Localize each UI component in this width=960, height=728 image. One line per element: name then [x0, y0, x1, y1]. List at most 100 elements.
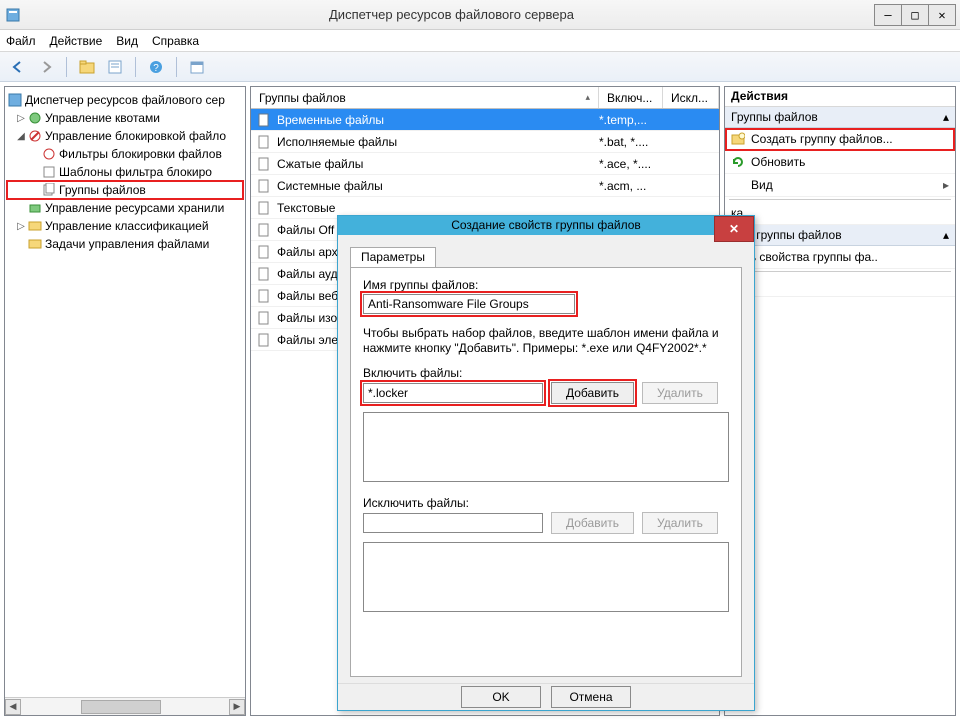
minimize-button[interactable]: —	[874, 4, 902, 26]
include-remove-button[interactable]: Удалить	[642, 382, 718, 404]
menu-action[interactable]: Действие	[50, 34, 103, 48]
col-name[interactable]: Группы файлов▴	[251, 87, 599, 108]
file-icon	[255, 245, 273, 259]
nav-tree: Диспетчер ресурсов файлового сер ▷ Управ…	[5, 87, 245, 697]
collapse-icon[interactable]: ▴	[943, 228, 949, 242]
close-button[interactable]: ✕	[928, 4, 956, 26]
back-button[interactable]	[6, 55, 30, 79]
tasks-icon	[27, 236, 43, 252]
file-icon	[255, 113, 273, 127]
include-pattern-input[interactable]	[363, 383, 543, 403]
actions-panel: Действия Группы файлов ▴ Создать группу …	[724, 86, 956, 716]
list-row[interactable]: Сжатые файлы *.ace, *....	[251, 153, 719, 175]
svg-text:?: ?	[153, 63, 159, 74]
actions-header: Действия	[725, 87, 955, 107]
tree-tasks[interactable]: Задачи управления файлами	[7, 235, 243, 253]
name-label: Имя группы файлов:	[363, 278, 729, 292]
tree-label: Группы файлов	[59, 182, 146, 199]
row-name: Системные файлы	[273, 179, 599, 193]
filter-icon	[41, 146, 57, 162]
dialog-tabs: Параметры	[350, 245, 742, 267]
tree-quota[interactable]: ▷ Управление квотами	[7, 109, 243, 127]
tree-file-groups[interactable]: Группы файлов	[7, 181, 243, 199]
menu-file[interactable]: Файл	[6, 34, 36, 48]
quota-icon	[27, 110, 43, 126]
tab-parameters[interactable]: Параметры	[350, 247, 436, 267]
dialog-titlebar[interactable]: Создание свойств группы файлов ✕	[338, 216, 754, 235]
list-header: Группы файлов▴ Включ... Искл...	[251, 87, 719, 109]
tree-label: Фильтры блокировки файлов	[59, 146, 222, 163]
menu-view[interactable]: Вид	[116, 34, 138, 48]
col-include[interactable]: Включ...	[599, 87, 663, 108]
scroll-thumb[interactable]	[81, 700, 161, 714]
tree-root[interactable]: Диспетчер ресурсов файлового сер	[7, 91, 243, 109]
tree-classification[interactable]: ▷ Управление классификацией	[7, 217, 243, 235]
action-refresh[interactable]: Обновить	[725, 151, 955, 174]
tree-label: Управление ресурсами хранили	[45, 200, 224, 217]
tree-hscrollbar[interactable]: ◀ ▶	[5, 697, 245, 715]
hint-text: Чтобы выбрать набор файлов, введите шабл…	[363, 326, 729, 356]
dialog-title: Создание свойств группы файлов	[451, 218, 641, 232]
blocking-icon	[27, 128, 43, 144]
row-include: *.ace, *....	[599, 157, 663, 171]
actions-section-file-groups[interactable]: Группы файлов ▴	[725, 107, 955, 128]
tree-label: Управление блокировкой файло	[45, 128, 226, 145]
action-help2[interactable]: ка	[725, 274, 955, 297]
tree-panel: Диспетчер ресурсов файлового сер ▷ Управ…	[4, 86, 246, 716]
action-help[interactable]: ка	[725, 202, 955, 225]
scroll-right-icon[interactable]: ▶	[229, 699, 245, 715]
refresh-icon	[731, 155, 745, 169]
tree-label: Задачи управления файлами	[45, 236, 209, 253]
folder-icon[interactable]	[75, 55, 99, 79]
tree-label: Управление классификацией	[45, 218, 209, 235]
file-icon	[255, 333, 273, 347]
tree-blocking[interactable]: ◢ Управление блокировкой файло	[7, 127, 243, 145]
window-title: Диспетчер ресурсов файлового сервера	[28, 7, 875, 22]
storage-icon	[27, 200, 43, 216]
file-icon	[255, 223, 273, 237]
cancel-button[interactable]: Отмена	[551, 686, 631, 708]
app-icon	[4, 6, 22, 24]
tree-filters[interactable]: Фильтры блокировки файлов	[7, 145, 243, 163]
file-icon	[255, 157, 273, 171]
collapse-icon[interactable]: ▴	[943, 110, 949, 124]
classification-icon	[27, 218, 43, 234]
maximize-button[interactable]: □	[901, 4, 929, 26]
include-list[interactable]	[363, 412, 729, 482]
create-file-group-dialog: Создание свойств группы файлов ✕ Парамет…	[337, 215, 755, 711]
exclude-remove-button[interactable]: Удалить	[642, 512, 718, 534]
calendar-icon[interactable]	[185, 55, 209, 79]
tree-label: Шаблоны фильтра блокиро	[59, 164, 212, 181]
include-add-button[interactable]: Добавить	[551, 382, 634, 404]
list-row[interactable]: Исполняемые файлы *.bat, *....	[251, 131, 719, 153]
file-icon	[255, 201, 273, 215]
action-create-group[interactable]: Создать группу файлов...	[725, 128, 955, 151]
help-icon[interactable]: ?	[144, 55, 168, 79]
exclude-list[interactable]	[363, 542, 729, 612]
tree-templates[interactable]: Шаблоны фильтра блокиро	[7, 163, 243, 181]
action-edit-props[interactable]: нить свойства группы фа..	[725, 246, 955, 269]
file-icon	[255, 289, 273, 303]
expand-icon[interactable]: ▷	[15, 110, 27, 127]
forward-button[interactable]	[34, 55, 58, 79]
action-label: Создать группу файлов...	[751, 132, 893, 146]
list-row[interactable]: Системные файлы *.acm, ...	[251, 175, 719, 197]
group-name-input[interactable]	[363, 294, 575, 314]
ok-button[interactable]: OK	[461, 686, 541, 708]
exclude-label: Исключить файлы:	[363, 496, 729, 510]
new-icon	[731, 132, 745, 146]
menu-help[interactable]: Справка	[152, 34, 199, 48]
action-label: Обновить	[751, 155, 805, 169]
properties-icon[interactable]	[103, 55, 127, 79]
collapse-icon[interactable]: ◢	[15, 128, 27, 145]
tree-storage[interactable]: Управление ресурсами хранили	[7, 199, 243, 217]
list-row[interactable]: Временные файлы *.temp,...	[251, 109, 719, 131]
actions-section-selected[interactable]: ные группы файлов ▴	[725, 225, 955, 246]
col-exclude[interactable]: Искл...	[663, 87, 719, 108]
scroll-left-icon[interactable]: ◀	[5, 699, 21, 715]
exclude-pattern-input[interactable]	[363, 513, 543, 533]
expand-icon[interactable]: ▷	[15, 218, 27, 235]
action-view[interactable]: Вид ▸	[725, 174, 955, 197]
dialog-footer: OK Отмена	[338, 683, 754, 710]
exclude-add-button[interactable]: Добавить	[551, 512, 634, 534]
